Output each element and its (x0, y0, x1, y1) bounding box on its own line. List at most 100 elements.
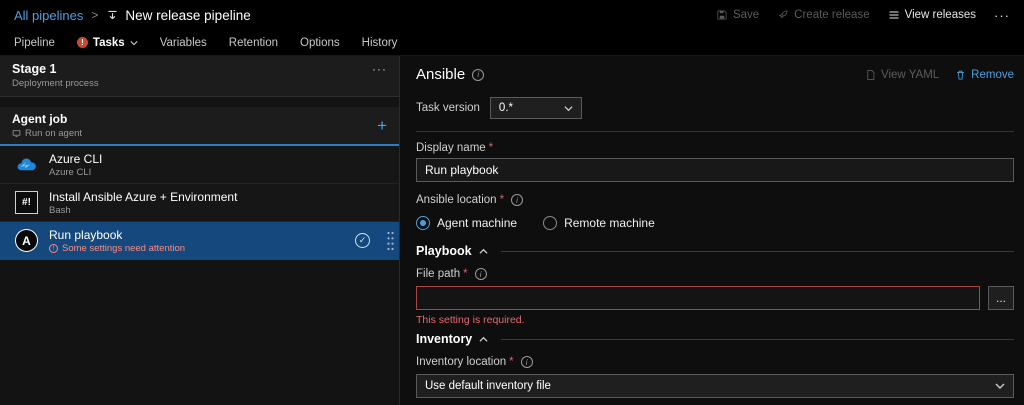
required-marker: * (509, 356, 513, 368)
tab-options[interactable]: Options (300, 37, 340, 49)
tab-tasks[interactable]: ! Tasks (77, 37, 138, 49)
view-releases-button[interactable]: View releases (888, 9, 976, 21)
inventory-location-value: Use default inventory file (425, 380, 551, 392)
create-release-button[interactable]: Create release (777, 9, 869, 21)
task-title: Install Ansible Azure + Environment (49, 190, 395, 204)
tab-history[interactable]: History (362, 37, 398, 49)
task-subtitle: Bash (49, 205, 395, 216)
tab-variables[interactable]: Variables (160, 37, 207, 49)
ansible-location-label-text: Ansible location (416, 194, 497, 206)
tab-retention[interactable]: Retention (229, 37, 278, 49)
azure-cli-icon (14, 152, 39, 177)
header-more-button[interactable]: ··· (994, 8, 1010, 23)
info-icon[interactable]: i (511, 194, 523, 206)
inventory-location-label-text: Inventory location (416, 356, 506, 368)
panel-gap (0, 97, 399, 107)
task-text: Azure CLI Azure CLI (49, 152, 395, 178)
agent-job-row[interactable]: Agent job Run on agent + (0, 107, 399, 146)
create-release-label: Create release (794, 9, 869, 21)
stage-card[interactable]: Stage 1 Deployment process ··· (0, 56, 399, 97)
playbook-section-header[interactable]: Playbook (416, 244, 1014, 258)
bash-icon: #! (14, 190, 39, 215)
add-task-button[interactable]: + (377, 117, 387, 134)
stage-more-button[interactable]: ··· (372, 62, 387, 76)
tab-bar: Pipeline ! Tasks Variables Retention Opt… (0, 30, 1024, 56)
task-version-label: Task version (416, 102, 480, 114)
stage-title: Stage 1 (12, 62, 99, 76)
task-text: Run playbook ! Some settings need attent… (49, 228, 345, 254)
agent-job-subtitle: Run on agent (12, 128, 82, 139)
inventory-section-header[interactable]: Inventory (416, 332, 1014, 346)
radio-agent-label: Agent machine (437, 216, 517, 230)
ansible-icon: A (14, 228, 39, 253)
info-icon[interactable]: i (475, 268, 487, 280)
tab-pipeline[interactable]: Pipeline (14, 37, 55, 49)
task-row-run-playbook[interactable]: A Run playbook ! Some settings need atte… (0, 222, 399, 260)
task-title: Run playbook (49, 228, 345, 242)
browse-button[interactable]: ... (988, 286, 1014, 310)
task-row-azure-cli[interactable]: Azure CLI Azure CLI (0, 146, 399, 184)
required-marker: * (500, 194, 504, 206)
radio-agent-machine[interactable]: Agent machine (416, 216, 517, 230)
playbook-section-title: Playbook (416, 244, 472, 258)
remove-task-button[interactable]: Remove (955, 69, 1014, 81)
task-version-row: Task version 0.* (416, 97, 1014, 119)
info-icon[interactable]: i (472, 69, 484, 81)
agent-job-subtitle-label: Run on agent (25, 128, 82, 139)
bash-icon-glyph: #! (15, 191, 38, 214)
task-subtitle-warning: ! Some settings need attention (49, 243, 345, 254)
inventory-section-title: Inventory (416, 332, 472, 346)
warning-icon: ! (49, 244, 58, 253)
ansible-location-label: Ansible location * i (416, 194, 1014, 206)
section-rule (501, 339, 1014, 340)
stage-subtitle: Deployment process (12, 78, 99, 89)
view-releases-label: View releases (905, 9, 976, 21)
section-rule (501, 251, 1014, 252)
info-icon[interactable]: i (521, 356, 533, 368)
section-divider (416, 131, 1014, 132)
display-name-label-text: Display name (416, 142, 486, 154)
required-marker: * (463, 268, 467, 280)
task-enabled-check-icon[interactable]: ✓ (355, 233, 370, 248)
agent-job-title: Agent job (12, 112, 82, 126)
task-row-install-ansible[interactable]: #! Install Ansible Azure + Environment B… (0, 184, 399, 222)
task-text: Install Ansible Azure + Environment Bash (49, 190, 395, 216)
task-detail-panel: Ansible i View YAML Remove Task versi (400, 56, 1024, 405)
radio-remote-label: Remote machine (564, 216, 655, 230)
remove-label: Remove (971, 69, 1014, 81)
save-icon (716, 9, 728, 21)
ansible-icon-glyph: A (15, 229, 38, 252)
release-pipeline-icon (106, 9, 119, 22)
stage-text: Stage 1 Deployment process (12, 62, 99, 89)
file-path-label-text: File path (416, 268, 460, 280)
detail-title: Ansible (416, 66, 465, 83)
inventory-location-select[interactable]: Use default inventory file (416, 374, 1014, 398)
breadcrumb-separator: > (91, 8, 98, 22)
chevron-up-icon (479, 247, 488, 256)
view-yaml-button[interactable]: View YAML (865, 69, 939, 81)
file-path-row: ... (416, 286, 1014, 310)
task-subtitle: Azure CLI (49, 167, 395, 178)
display-name-label: Display name * (416, 142, 1014, 154)
save-button[interactable]: Save (716, 9, 759, 21)
tasks-warning-icon: ! (77, 37, 88, 48)
tab-tasks-label: Tasks (93, 37, 125, 49)
ansible-location-radios: Agent machine Remote machine (416, 216, 1014, 230)
detail-actions: View YAML Remove (865, 69, 1014, 81)
chevron-down-icon (130, 39, 138, 47)
main-area: Stage 1 Deployment process ··· Agent job… (0, 56, 1024, 405)
file-path-input[interactable] (416, 286, 980, 310)
detail-header: Ansible i View YAML Remove (416, 66, 1014, 83)
drag-handle[interactable] (386, 229, 395, 253)
radio-selected-icon (416, 216, 430, 230)
task-title: Azure CLI (49, 152, 395, 166)
view-yaml-label: View YAML (881, 69, 939, 81)
document-icon (865, 69, 876, 81)
warning-text: Some settings need attention (62, 243, 185, 254)
radio-remote-machine[interactable]: Remote machine (543, 216, 655, 230)
task-version-select[interactable]: 0.* (490, 97, 582, 119)
display-name-input[interactable] (416, 158, 1014, 182)
chevron-down-icon (564, 104, 573, 113)
breadcrumb-all-pipelines[interactable]: All pipelines (14, 8, 83, 23)
agent-job-text: Agent job Run on agent (12, 112, 82, 139)
